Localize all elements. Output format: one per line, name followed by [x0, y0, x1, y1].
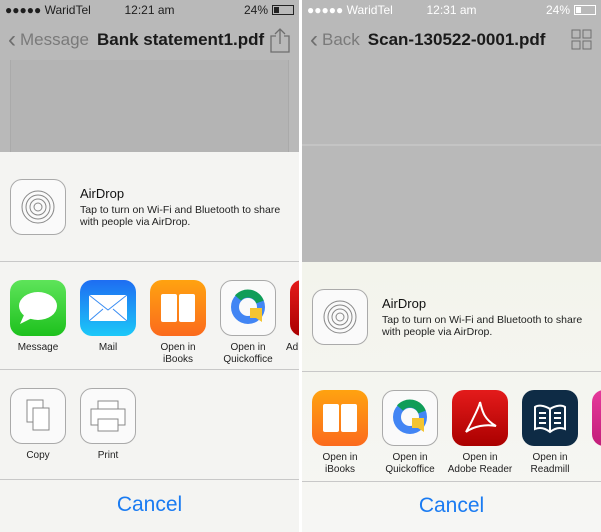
battery-icon — [574, 5, 596, 15]
mail-icon — [80, 280, 136, 336]
airdrop-description: Tap to turn on Wi-Fi and Bluetooth to sh… — [80, 203, 281, 228]
cancel-button[interactable]: Cancel — [302, 482, 601, 518]
left-screen: ●●●●● WaridTel 12:21 am 24% ‹ Message Ban… — [0, 0, 299, 532]
back-button[interactable]: ‹ Back — [310, 28, 360, 52]
share-sheet: AirDrop Tap to turn on Wi-Fi and Bluetoot… — [302, 262, 601, 532]
app-ibooks[interactable]: Open in iBooks — [312, 390, 368, 481]
ibooks-icon — [150, 280, 206, 336]
copy-icon — [10, 388, 66, 444]
app-adobe-reader[interactable]: Ad — [286, 280, 299, 369]
status-bar: ●●●●● WaridTel 12:21 am 24% — [0, 0, 299, 20]
status-bar: ●●●●● WaridTel 12:31 am 24% — [302, 0, 601, 20]
page-divider — [302, 144, 601, 146]
airdrop-description: Tap to turn on Wi-Fi and Bluetooth to sh… — [382, 313, 583, 338]
cancel-button[interactable]: Cancel — [0, 480, 299, 517]
right-screen: ●●●●● WaridTel 12:31 am 24% ‹ Back Scan-1… — [302, 0, 601, 532]
airdrop-row[interactable]: AirDrop Tap to turn on Wi-Fi and Bluetoot… — [302, 262, 601, 372]
quickoffice-icon — [382, 390, 438, 446]
quickoffice-icon — [220, 280, 276, 336]
action-print[interactable]: Print — [80, 388, 136, 479]
print-icon — [80, 388, 136, 444]
messages-icon — [10, 280, 66, 336]
back-label: Back — [322, 30, 360, 49]
app-adobe-reader[interactable]: Open in Adobe Reader — [448, 390, 512, 481]
app-row: Open in iBooks Open in Quickoffice Open … — [302, 372, 601, 482]
airdrop-row[interactable]: AirDrop Tap to turn on Wi-Fi and Bluetoot… — [0, 152, 299, 262]
back-label: Message — [20, 30, 89, 49]
readmill-icon — [522, 390, 578, 446]
app-ibooks[interactable]: Open in iBooks — [150, 280, 206, 369]
back-button[interactable]: ‹ Message — [8, 28, 89, 52]
battery-icon — [272, 5, 294, 15]
document-preview — [10, 60, 289, 152]
action-copy[interactable]: Copy — [10, 388, 66, 479]
action-row: Copy Print — [0, 370, 299, 480]
share-icon[interactable] — [269, 27, 291, 53]
airdrop-icon — [312, 288, 368, 345]
app-message[interactable]: Message — [10, 280, 66, 369]
app-mail[interactable]: Mail — [80, 280, 136, 369]
page-title: Bank statement1.pdf — [96, 30, 265, 49]
app-quickoffice[interactable]: Open in Quickoffice — [220, 280, 276, 369]
app-readmill[interactable]: Open in Readmill — [522, 390, 578, 481]
app-row: Message Mail Open in iBooks Open in Quic… — [0, 262, 299, 370]
share-sheet: AirDrop Tap to turn on Wi-Fi and Bluetoot… — [0, 152, 299, 532]
chevron-left-icon: ‹ — [310, 26, 318, 53]
page-title: Scan-130522-0001.pdf — [367, 30, 546, 49]
nav-bar: ‹ Message Bank statement1.pdf — [0, 20, 299, 60]
grid-icon[interactable] — [571, 29, 593, 51]
ibooks-icon — [312, 390, 368, 446]
airdrop-title: AirDrop — [80, 185, 125, 201]
app-more[interactable] — [592, 390, 601, 481]
adobe-reader-icon — [452, 390, 508, 446]
chevron-left-icon: ‹ — [8, 26, 16, 53]
app-icon — [592, 390, 601, 446]
nav-bar: ‹ Back Scan-130522-0001.pdf — [302, 20, 601, 60]
adobe-reader-icon — [290, 280, 299, 336]
clock: 12:31 am — [426, 3, 477, 17]
airdrop-icon — [10, 178, 66, 235]
app-quickoffice[interactable]: Open in Quickoffice — [382, 390, 438, 481]
airdrop-title: AirDrop — [382, 295, 427, 311]
clock: 12:21 am — [124, 3, 175, 17]
